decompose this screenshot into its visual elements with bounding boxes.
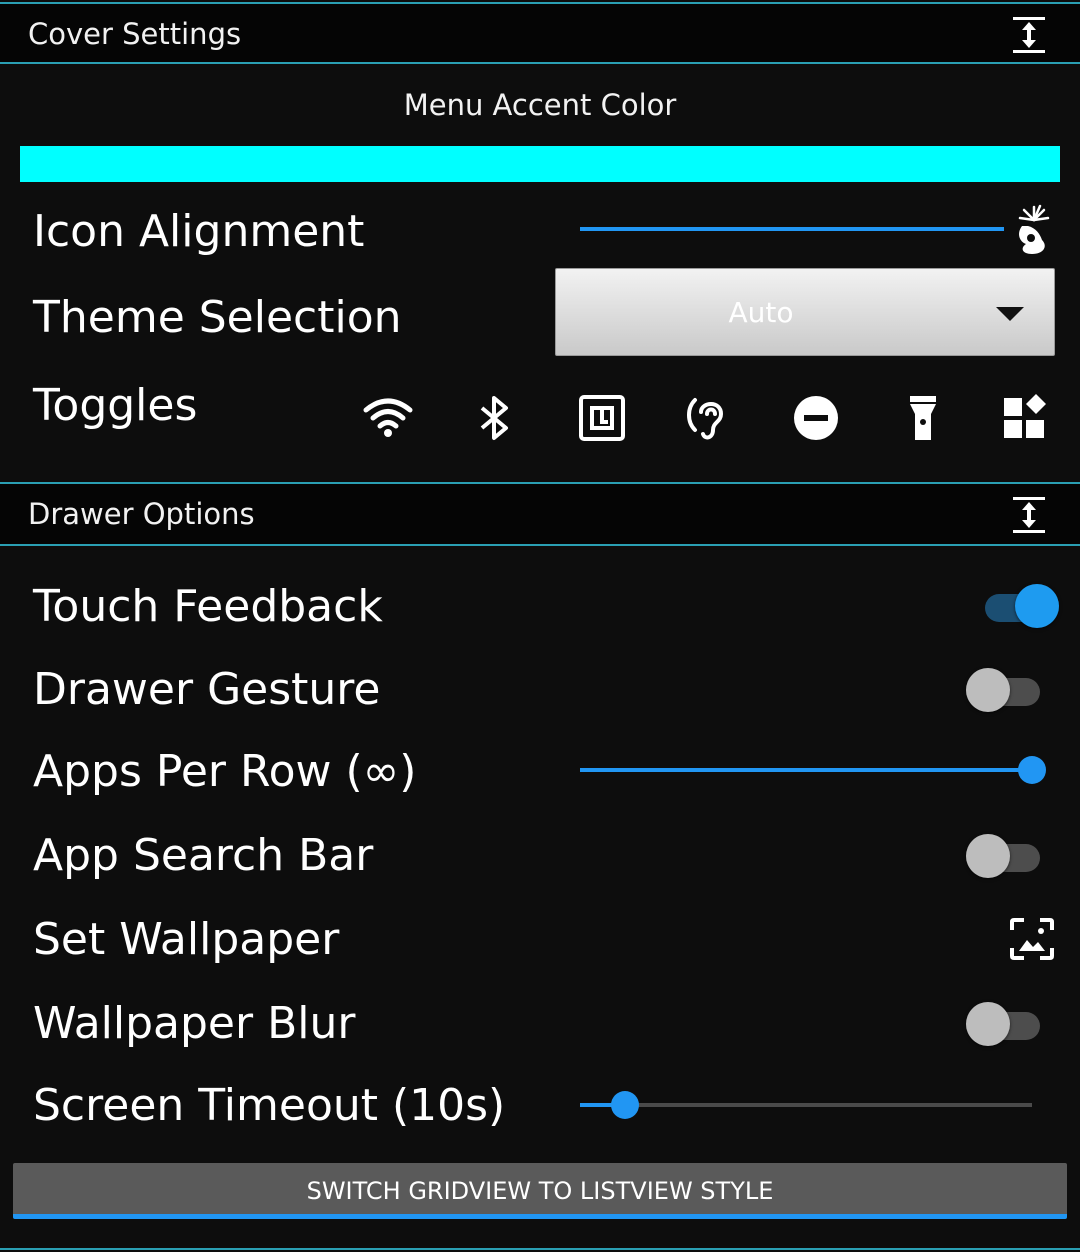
accent-color-swatch[interactable] <box>20 146 1060 182</box>
expand-collapse-icon[interactable] <box>1012 496 1046 534</box>
theme-selection-dropdown[interactable]: Auto <box>555 268 1055 356</box>
widgets-icon[interactable] <box>1000 392 1052 444</box>
divider <box>0 1248 1080 1250</box>
apps-per-row-slider[interactable] <box>580 755 1046 785</box>
icon-alignment-label: Icon Alignment <box>33 206 365 257</box>
wallpaper-blur-label: Wallpaper Blur <box>33 998 356 1049</box>
screen-timeout-label: Screen Timeout (10s) <box>33 1080 506 1131</box>
nfc-icon[interactable] <box>576 392 628 444</box>
wallpaper-icon[interactable] <box>1010 918 1054 960</box>
slider-track-filled <box>580 227 1004 231</box>
screen-timeout-slider[interactable] <box>580 1090 1032 1120</box>
menu-accent-color-label: Menu Accent Color <box>403 88 677 122</box>
icon-alignment-slider[interactable] <box>580 214 1030 244</box>
wallpaper-blur-switch[interactable] <box>966 1000 1040 1048</box>
slider-thumb[interactable] <box>1018 756 1046 784</box>
wifi-icon[interactable] <box>362 392 414 444</box>
drawer-gesture-switch[interactable] <box>966 666 1040 714</box>
theme-selection-label: Theme Selection <box>33 292 402 343</box>
drawer-options-header[interactable]: Drawer Options <box>0 482 1080 546</box>
hearing-icon[interactable] <box>683 392 735 444</box>
slider-thumb[interactable] <box>611 1091 639 1119</box>
alignment-thumb-icon[interactable] <box>1010 204 1052 256</box>
do-not-disturb-icon[interactable] <box>790 392 842 444</box>
cover-settings-title: Cover Settings <box>28 17 242 51</box>
touch-feedback-label: Touch Feedback <box>33 581 383 632</box>
chevron-down-icon <box>996 307 1024 321</box>
toggles-label: Toggles <box>33 380 198 431</box>
app-search-bar-switch[interactable] <box>966 832 1040 880</box>
cover-settings-header[interactable]: Cover Settings <box>0 2 1080 64</box>
theme-selection-value: Auto <box>728 296 794 329</box>
apps-per-row-label: Apps Per Row (∞) <box>33 746 417 797</box>
expand-collapse-icon[interactable] <box>1012 16 1046 54</box>
flashlight-icon[interactable] <box>897 392 949 444</box>
drawer-options-title: Drawer Options <box>28 497 255 531</box>
drawer-gesture-label: Drawer Gesture <box>33 664 381 715</box>
app-search-bar-label: App Search Bar <box>33 830 374 881</box>
touch-feedback-switch[interactable] <box>985 582 1059 630</box>
bluetooth-icon[interactable] <box>468 392 520 444</box>
switch-gridview-listview-button[interactable]: SWITCH GRIDVIEW TO LISTVIEW STYLE <box>13 1163 1067 1219</box>
set-wallpaper-label: Set Wallpaper <box>33 914 340 965</box>
